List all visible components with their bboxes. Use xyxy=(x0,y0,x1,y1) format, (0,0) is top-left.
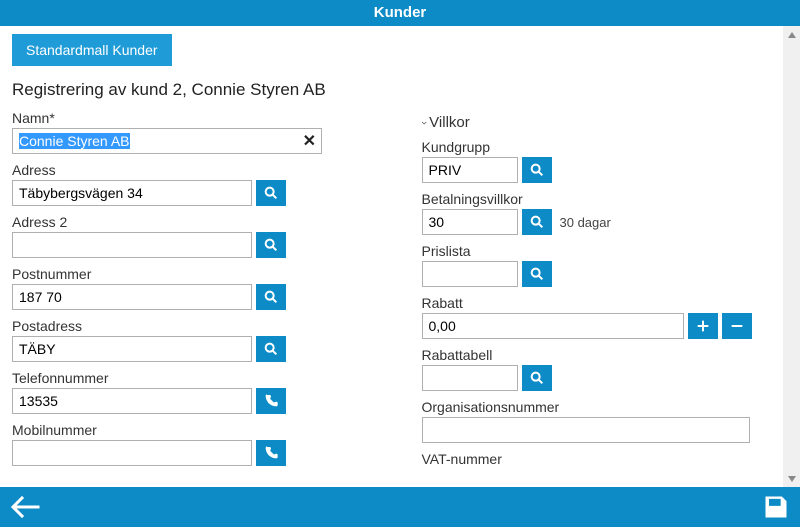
rabatt-plus-button[interactable] xyxy=(688,313,718,339)
prislista-input[interactable] xyxy=(422,261,518,287)
content-wrap: Standardmall Kunder Registrering av kund… xyxy=(0,26,800,487)
namn-input-wrapper: Connie Styren AB ✕ xyxy=(12,128,322,154)
search-icon xyxy=(263,185,279,201)
close-icon: ✕ xyxy=(303,133,316,150)
vertical-scrollbar[interactable] xyxy=(783,26,800,487)
field-namn: Namn* Connie Styren AB ✕ xyxy=(12,110,362,154)
save-icon xyxy=(762,493,790,521)
mobil-input[interactable] xyxy=(12,440,252,466)
betalning-input[interactable] xyxy=(422,209,518,235)
label-kundgrupp: Kundgrupp xyxy=(422,139,772,155)
field-rabattabell: Rabattabell xyxy=(422,347,772,391)
search-icon xyxy=(529,214,545,230)
field-orgnr: Organisationsnummer xyxy=(422,399,772,443)
search-icon xyxy=(263,289,279,305)
rabattabell-input[interactable] xyxy=(422,365,518,391)
villkor-title: Villkor xyxy=(429,114,470,131)
adress-search-button[interactable] xyxy=(256,180,286,206)
kundgrupp-input[interactable] xyxy=(422,157,518,183)
mobil-call-button[interactable] xyxy=(256,440,286,466)
field-vat: VAT-nummer xyxy=(422,451,772,467)
app-header: Kunder xyxy=(0,0,800,26)
label-telefon: Telefonnummer xyxy=(12,370,362,386)
kundgrupp-search-button[interactable] xyxy=(522,157,552,183)
label-orgnr: Organisationsnummer xyxy=(422,399,772,415)
minus-icon xyxy=(729,318,745,334)
field-adress: Adress xyxy=(12,162,362,206)
field-kundgrupp: Kundgrupp xyxy=(422,139,772,183)
postnummer-input[interactable] xyxy=(12,284,252,310)
app-title: Kunder xyxy=(374,4,427,21)
field-rabatt: Rabatt xyxy=(422,295,772,339)
rabatt-minus-button[interactable] xyxy=(722,313,752,339)
label-rabattabell: Rabattabell xyxy=(422,347,772,363)
label-vat: VAT-nummer xyxy=(422,451,772,467)
field-adress2: Adress 2 xyxy=(12,214,362,258)
villkor-section-header[interactable]: › Villkor xyxy=(422,114,772,131)
betalning-search-button[interactable] xyxy=(522,209,552,235)
rabattabell-search-button[interactable] xyxy=(522,365,552,391)
search-icon xyxy=(529,266,545,282)
telefon-call-button[interactable] xyxy=(256,388,286,414)
back-button[interactable] xyxy=(10,494,40,520)
label-adress2: Adress 2 xyxy=(12,214,362,230)
field-telefon: Telefonnummer xyxy=(12,370,362,414)
namn-input[interactable]: Connie Styren AB xyxy=(12,128,322,154)
betalning-description: 30 dagar xyxy=(560,215,611,230)
content: Standardmall Kunder Registrering av kund… xyxy=(0,26,783,487)
field-mobil: Mobilnummer xyxy=(12,422,362,466)
adress2-search-button[interactable] xyxy=(256,232,286,258)
label-postnummer: Postnummer xyxy=(12,266,362,282)
clear-namn-button[interactable]: ✕ xyxy=(303,131,316,151)
save-button[interactable] xyxy=(762,493,790,521)
search-icon xyxy=(529,370,545,386)
arrow-left-icon xyxy=(10,494,40,520)
field-betalning: Betalningsvillkor 30 dagar xyxy=(422,191,772,235)
field-postnummer: Postnummer xyxy=(12,266,362,310)
prislista-search-button[interactable] xyxy=(522,261,552,287)
label-prislista: Prislista xyxy=(422,243,772,259)
namn-value: Connie Styren AB xyxy=(19,133,130,149)
left-column: Namn* Connie Styren AB ✕ Adress xyxy=(12,110,362,475)
search-icon xyxy=(263,341,279,357)
footer-bar xyxy=(0,487,800,527)
postnummer-search-button[interactable] xyxy=(256,284,286,310)
adress2-input[interactable] xyxy=(12,232,252,258)
scroll-down-icon[interactable] xyxy=(783,470,800,487)
label-adress: Adress xyxy=(12,162,362,178)
plus-icon xyxy=(695,318,711,334)
label-rabatt: Rabatt xyxy=(422,295,772,311)
telefon-input[interactable] xyxy=(12,388,252,414)
scroll-up-icon[interactable] xyxy=(783,26,800,43)
form-columns: Namn* Connie Styren AB ✕ Adress xyxy=(12,110,771,475)
rabatt-input[interactable] xyxy=(422,313,684,339)
label-betalning: Betalningsvillkor xyxy=(422,191,772,207)
page-title: Registrering av kund 2, Connie Styren AB xyxy=(12,80,771,100)
phone-icon xyxy=(263,445,279,461)
label-postadress: Postadress xyxy=(12,318,362,334)
field-prislista: Prislista xyxy=(422,243,772,287)
right-column: › Villkor Kundgrupp Betalningsvillkor xyxy=(422,110,772,475)
field-postadress: Postadress xyxy=(12,318,362,362)
search-icon xyxy=(529,162,545,178)
chevron-right-icon: › xyxy=(417,121,429,125)
label-namn: Namn* xyxy=(12,110,362,126)
template-tab[interactable]: Standardmall Kunder xyxy=(12,34,172,66)
postadress-input[interactable] xyxy=(12,336,252,362)
label-mobil: Mobilnummer xyxy=(12,422,362,438)
postadress-search-button[interactable] xyxy=(256,336,286,362)
phone-icon xyxy=(263,393,279,409)
orgnr-input[interactable] xyxy=(422,417,750,443)
adress-input[interactable] xyxy=(12,180,252,206)
search-icon xyxy=(263,237,279,253)
